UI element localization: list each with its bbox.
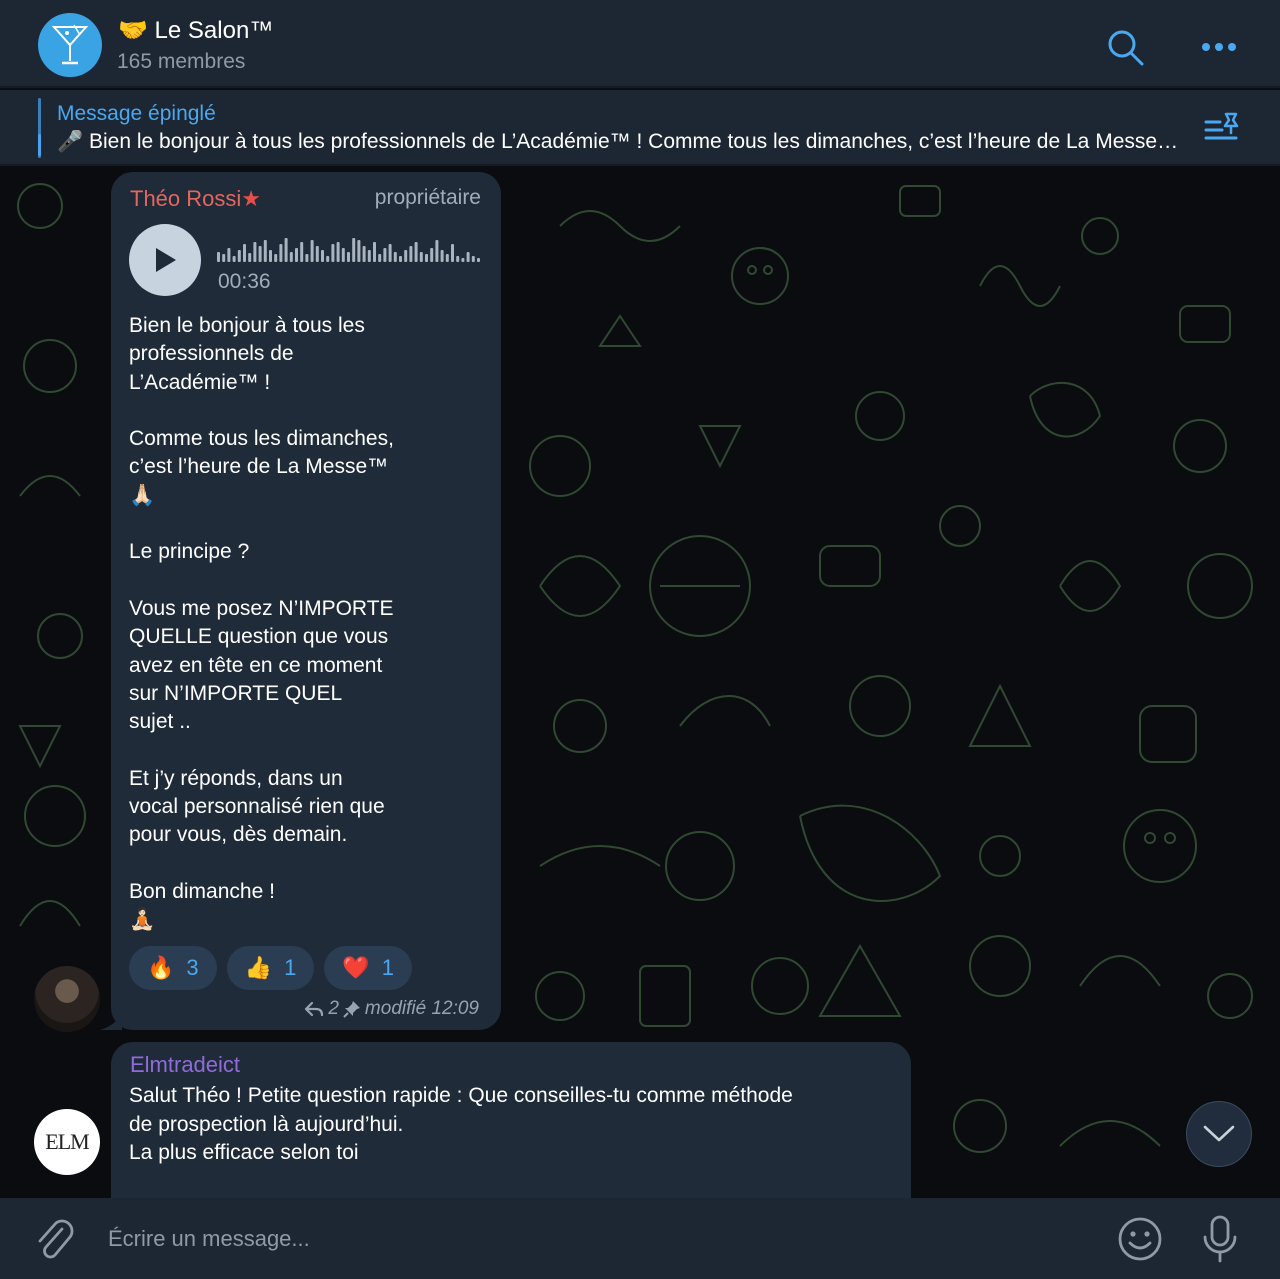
thumbs-up-icon: 👍	[244, 955, 273, 980]
voice-waveform[interactable]	[217, 236, 481, 264]
waveform-bar	[388, 244, 392, 262]
waveform-bar	[393, 252, 397, 262]
waveform-bar	[248, 253, 252, 262]
avatar[interactable]	[34, 966, 100, 1032]
avatar[interactable]: ELM	[34, 1109, 100, 1175]
waveform-bar	[367, 250, 371, 262]
reply-icon[interactable]	[304, 1001, 324, 1017]
reply-count: 2	[328, 998, 339, 1019]
waveform-bar	[263, 240, 267, 262]
waveform-bar	[284, 238, 288, 262]
waveform-bar	[451, 244, 454, 262]
pinned-list-icon[interactable]	[1202, 108, 1246, 152]
waveform-bar	[456, 256, 460, 262]
waveform-bar	[321, 250, 324, 262]
message-timestamp: modifié 12:09	[364, 998, 479, 1019]
reaction-fire[interactable]: 🔥 3	[129, 946, 217, 990]
sender-role: propriétaire	[374, 186, 481, 209]
waveform-bar	[373, 242, 376, 262]
group-avatar-icon[interactable]	[38, 13, 102, 77]
waveform-bar	[326, 256, 330, 262]
waveform-bar	[362, 246, 366, 262]
pin-icon	[343, 1001, 360, 1018]
pinned-indicator-active	[38, 134, 41, 156]
more-icon[interactable]	[1194, 22, 1244, 72]
message-meta: 2 modifié 12:09	[304, 998, 479, 1020]
waveform-bar	[331, 244, 335, 262]
reaction-count: 1	[381, 955, 394, 980]
waveform-bar	[414, 242, 418, 262]
waveform-bar	[471, 256, 475, 262]
waveform-bar	[435, 240, 439, 262]
message-text: Bien le bonjour à tous les professionnel…	[129, 314, 394, 932]
heart-icon: ❤️	[342, 955, 370, 980]
message-text: Salut Théo ! Petite question rapide : Qu…	[129, 1084, 793, 1164]
waveform-bar	[419, 252, 423, 262]
message-composer	[0, 1198, 1280, 1279]
waveform-bar	[232, 256, 236, 262]
chat-title[interactable]: 🤝 Le Salon™	[118, 16, 273, 45]
waveform-bar	[295, 248, 298, 262]
waveform-bar	[258, 246, 262, 262]
waveform-bar	[305, 254, 309, 262]
waveform-bar	[440, 250, 444, 262]
waveform-bar	[404, 250, 408, 262]
waveform-bar	[466, 252, 470, 262]
waveform-bar	[310, 240, 314, 262]
reaction-count: 3	[186, 955, 199, 980]
chat-area[interactable]: Théo Rossi★ propriétaire 00:36 Bien le b…	[0, 166, 1280, 1198]
waveform-bar	[341, 248, 345, 262]
waveform-bar	[315, 246, 319, 262]
waveform-bar	[461, 258, 465, 262]
fire-icon: 🔥	[147, 955, 175, 980]
message-bubble[interactable]: Théo Rossi★ propriétaire 00:36 Bien le b…	[111, 172, 501, 1030]
waveform-bar	[430, 248, 434, 262]
waveform-bar	[227, 248, 231, 262]
waveform-bar	[222, 254, 226, 262]
waveform-bar	[357, 240, 361, 262]
waveform-bar	[217, 252, 220, 262]
waveform-bar	[336, 242, 340, 262]
waveform-bar	[253, 242, 257, 262]
waveform-bar	[352, 238, 356, 262]
waveform-bar	[383, 248, 387, 262]
waveform-bar	[237, 250, 241, 262]
reaction-heart[interactable]: ❤️ 1	[324, 946, 412, 990]
member-count: 165 membres	[117, 50, 246, 73]
reactions-row: 🔥 3 👍 1 ❤️ 1	[129, 946, 412, 990]
waveform-bar	[378, 254, 382, 262]
star-icon: ★	[241, 186, 262, 211]
waveform-bar	[300, 242, 304, 262]
pinned-text: 🎤 Bien le bonjour à tous les professionn…	[57, 130, 1197, 153]
waveform-bar	[279, 244, 283, 262]
search-icon[interactable]	[1100, 22, 1150, 72]
waveform-bar	[477, 258, 480, 262]
chat-header: 🤝 Le Salon™ 165 membres	[0, 0, 1280, 88]
reaction-count: 1	[284, 955, 297, 980]
message-input[interactable]	[106, 1210, 1090, 1268]
waveform-bar	[289, 252, 293, 262]
waveform-bar	[274, 254, 278, 262]
waveform-bar	[399, 256, 402, 262]
attach-icon[interactable]	[30, 1215, 78, 1263]
play-icon[interactable]	[129, 224, 201, 296]
waveform-bar	[425, 254, 428, 262]
pinned-message-bar[interactable]: Message épinglé 🎤 Bien le bonjour à tous…	[0, 90, 1280, 166]
sender-name[interactable]: Elmtradeict	[130, 1052, 240, 1078]
waveform-bar	[243, 244, 246, 262]
mic-icon[interactable]	[1196, 1213, 1244, 1265]
bubble-tail	[100, 1014, 122, 1030]
pinned-label: Message épinglé	[57, 102, 216, 125]
emoji-icon[interactable]	[1116, 1215, 1164, 1263]
sender-name[interactable]: Théo Rossi★	[130, 186, 261, 212]
reaction-thumbs-up[interactable]: 👍 1	[226, 946, 315, 990]
voice-duration: 00:36	[218, 270, 271, 293]
message-bubble[interactable]: Elmtradeict Salut Théo ! Petite question…	[111, 1042, 911, 1198]
chevron-down-icon[interactable]	[1186, 1101, 1252, 1167]
waveform-bar	[269, 250, 272, 262]
waveform-bar	[409, 246, 413, 262]
waveform-bar	[445, 254, 449, 262]
waveform-bar	[347, 252, 350, 262]
